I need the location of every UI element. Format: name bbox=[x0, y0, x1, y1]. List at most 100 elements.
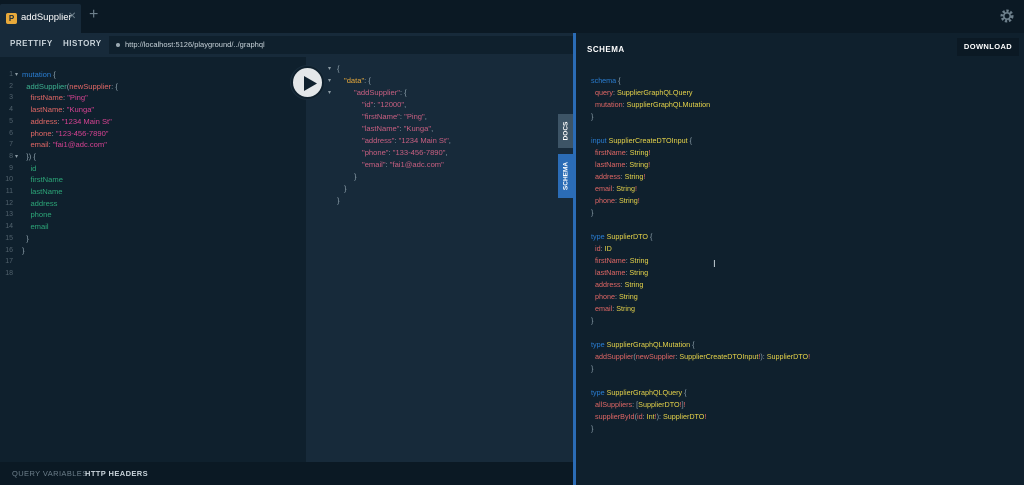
close-icon[interactable]: ✕ bbox=[68, 11, 76, 22]
result-value: "133-456-7890" bbox=[392, 148, 446, 157]
schema-line: type SupplierDTO { bbox=[591, 232, 653, 241]
editor-line: 12 address bbox=[0, 198, 306, 210]
result-key-addsupplier: "addSupplier" bbox=[354, 88, 400, 97]
editor-line: 16} bbox=[0, 245, 306, 257]
schema-line: address: String bbox=[595, 280, 644, 289]
editor-line: 18 bbox=[0, 268, 306, 280]
result-key: "address" bbox=[362, 136, 395, 145]
editor-line: 15 } bbox=[0, 233, 306, 245]
download-button[interactable]: DOWNLOAD bbox=[957, 38, 1019, 56]
editor-line: 14 email bbox=[0, 221, 306, 233]
prettify-button[interactable]: PRETTIFY bbox=[10, 39, 53, 48]
editor-line: 3 firstName: "Ping" bbox=[0, 92, 306, 104]
line-number: 7 bbox=[9, 141, 13, 149]
line-number: 1 bbox=[9, 71, 13, 78]
result-value: "12000" bbox=[377, 100, 405, 109]
schema-line: lastName: String bbox=[595, 268, 649, 277]
schema-line: firstName: String bbox=[595, 256, 649, 265]
line-number: 16 bbox=[5, 246, 13, 254]
schema-line: phone: String bbox=[595, 292, 638, 301]
schema-line: type SupplierGraphQLQuery { bbox=[591, 388, 687, 397]
schema-line: query: SupplierGraphQLQuery bbox=[595, 88, 693, 97]
schema-line: schema { bbox=[591, 76, 621, 85]
result-key: "id" bbox=[362, 100, 374, 109]
variables-bar: QUERY VARIABLES HTTP HEADERS bbox=[0, 462, 576, 485]
fold-arrow-icon[interactable]: ▾ bbox=[15, 151, 18, 163]
query-variables-tab[interactable]: QUERY VARIABLES bbox=[12, 469, 88, 478]
editor-line: 5 address: "1234 Main St" bbox=[0, 116, 306, 128]
line-number: 12 bbox=[5, 199, 13, 207]
line-number: 14 bbox=[5, 223, 13, 231]
fold-arrow-icon[interactable]: ▾ bbox=[328, 63, 331, 75]
editor-line: 17 bbox=[0, 256, 306, 268]
line-number: 8 bbox=[9, 152, 13, 160]
schema-line: } bbox=[591, 424, 594, 433]
line-number: 17 bbox=[5, 258, 13, 266]
line-number: 6 bbox=[9, 129, 13, 137]
play-icon bbox=[304, 76, 317, 91]
line-number: 5 bbox=[9, 117, 13, 125]
status-dot-icon bbox=[116, 43, 120, 47]
schema-side-tab[interactable]: SCHEMA bbox=[558, 154, 574, 198]
schema-line: firstName: String! bbox=[595, 148, 651, 157]
editor-line: 1 ▾ mutation { bbox=[0, 69, 306, 81]
schema-line: input SupplierCreateDTOInput { bbox=[591, 136, 692, 145]
text-cursor-icon: I bbox=[713, 259, 716, 270]
line-number: 11 bbox=[5, 188, 13, 195]
fold-arrow-icon[interactable]: ▾ bbox=[328, 87, 331, 99]
schema-panel: SCHEMA DOWNLOAD schema { query: Supplier… bbox=[576, 33, 1024, 485]
editor-line: 6 phone: "123-456-7890" bbox=[0, 128, 306, 140]
schema-line: } bbox=[591, 112, 594, 121]
schema-line: } bbox=[591, 316, 594, 325]
result-key: "phone" bbox=[362, 148, 389, 157]
history-button[interactable]: HISTORY bbox=[63, 39, 102, 48]
fold-arrow-icon[interactable]: ▾ bbox=[15, 69, 18, 81]
editor-line: 9 id bbox=[0, 163, 306, 175]
schema-line: mutation: SupplierGraphQLMutation bbox=[595, 100, 711, 109]
docs-tab-label: DOCS bbox=[562, 121, 570, 141]
schema-line: type SupplierGraphQLMutation { bbox=[591, 340, 695, 349]
schema-line: email: String! bbox=[595, 184, 637, 193]
line-number: 10 bbox=[5, 176, 13, 184]
playground-icon: P bbox=[6, 13, 17, 24]
schema-tab-label: SCHEMA bbox=[562, 161, 570, 191]
schema-line: email: String bbox=[595, 304, 635, 313]
schema-line: id: ID bbox=[595, 244, 612, 253]
editor-line: 13 phone bbox=[0, 209, 306, 221]
editor-line: 7 email: "fai1@adc.com" bbox=[0, 139, 306, 151]
line-number: 4 bbox=[9, 106, 13, 114]
line-number: 2 bbox=[9, 82, 13, 90]
endpoint-url-bar[interactable]: http://localhost:5126/playground/../grap… bbox=[109, 36, 576, 54]
docs-side-tab[interactable]: DOCS bbox=[558, 114, 574, 148]
schema-line: lastName: String! bbox=[595, 160, 651, 169]
schema-line: supplierById(id: Int!): SupplierDTO! bbox=[595, 412, 707, 421]
result-value: "Ping" bbox=[404, 112, 425, 121]
line-number: 13 bbox=[5, 211, 13, 219]
line-number: 9 bbox=[9, 164, 13, 172]
editor-line: 11 lastName bbox=[0, 186, 306, 198]
endpoint-url: http://localhost:5126/playground/../grap… bbox=[125, 40, 265, 49]
fold-arrow-icon[interactable]: ▾ bbox=[328, 75, 331, 87]
http-headers-tab[interactable]: HTTP HEADERS bbox=[85, 469, 148, 478]
schema-panel-title: SCHEMA bbox=[587, 45, 625, 54]
line-number: 15 bbox=[5, 234, 13, 242]
result-value: "1234 Main St" bbox=[398, 136, 449, 145]
tab-title: addSupplier bbox=[21, 12, 72, 23]
query-editor[interactable]: 1 ▾ mutation {2 addSupplier(newSupplier: {… bbox=[0, 57, 306, 462]
result-key: "firstName" bbox=[362, 112, 400, 121]
schema-line: addSupplier(newSupplier: SupplierCreateD… bbox=[595, 352, 811, 361]
line-number: 18 bbox=[5, 269, 13, 277]
editor-line: 2 addSupplier(newSupplier: { bbox=[0, 81, 306, 93]
add-tab-icon[interactable]: + bbox=[89, 7, 98, 23]
run-query-button[interactable] bbox=[291, 66, 324, 99]
gear-icon[interactable] bbox=[999, 8, 1015, 24]
schema-line: phone: String! bbox=[595, 196, 640, 205]
editor-line: 10 firstName bbox=[0, 174, 306, 186]
editor-toolbar: PRETTIFY HISTORY http://localhost:5126/p… bbox=[0, 33, 576, 57]
schema-line: } bbox=[591, 208, 594, 217]
result-key: "email" bbox=[362, 160, 386, 169]
editor-line: 8 ▾ }) { bbox=[0, 151, 306, 163]
schema-line: } bbox=[591, 364, 594, 373]
schema-line: address: String! bbox=[595, 172, 646, 181]
tab-addsupplier[interactable]: P addSupplier ✕ bbox=[0, 4, 81, 33]
